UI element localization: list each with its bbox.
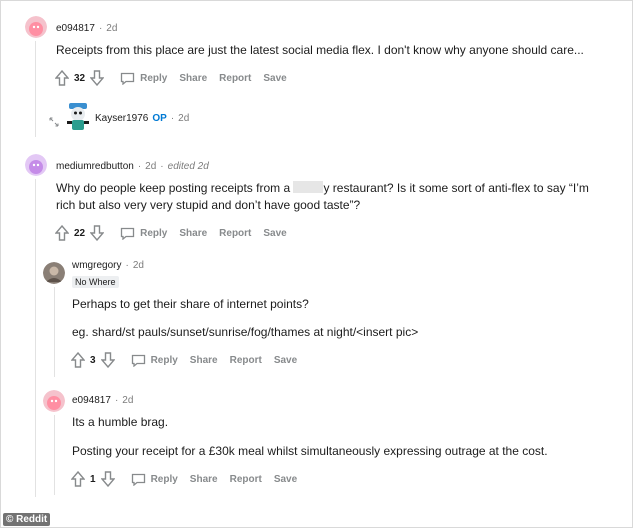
downvote-icon[interactable] [100, 471, 116, 488]
separator-dot: · [170, 113, 175, 124]
reply-button[interactable]: Reply [140, 73, 167, 84]
username[interactable]: mediumredbutton [56, 161, 134, 172]
vote-score: 3 [90, 354, 96, 366]
comment-paragraph: Its a humble brag. [72, 415, 169, 429]
save-button[interactable]: Save [263, 228, 286, 239]
timestamp[interactable]: 2d [106, 23, 117, 34]
save-button[interactable]: Save [274, 474, 297, 485]
comment-meta: e094817 · 2d [56, 23, 117, 34]
comment-actions: 32 Reply Share Report Save [54, 69, 287, 87]
upvote-icon[interactable] [54, 224, 70, 241]
reply-icon[interactable] [120, 227, 135, 240]
thread-line[interactable] [54, 415, 55, 495]
timestamp[interactable]: 2d [133, 260, 144, 271]
downvote-icon[interactable] [100, 352, 116, 369]
reply-icon[interactable] [131, 473, 146, 486]
username[interactable]: e094817 [56, 23, 95, 34]
report-button[interactable]: Report [219, 228, 251, 239]
share-button[interactable]: Share [190, 474, 218, 485]
screenshot-frame: e094817 · 2d Receipts from this place ar… [0, 0, 633, 528]
separator-dot: · [98, 23, 103, 34]
vote-score: 22 [74, 227, 86, 239]
username[interactable]: e094817 [72, 395, 111, 406]
downvote-icon[interactable] [89, 225, 105, 242]
username[interactable]: wmgregory [72, 260, 121, 271]
upvote-icon[interactable] [70, 470, 86, 487]
share-button[interactable]: Share [190, 355, 218, 366]
thread-line[interactable] [35, 179, 36, 497]
reply-icon[interactable] [120, 72, 135, 85]
upvote-icon[interactable] [70, 351, 86, 368]
upvote-icon[interactable] [54, 69, 70, 86]
report-button[interactable]: Report [230, 355, 262, 366]
downvote-icon[interactable] [89, 70, 105, 87]
share-button[interactable]: Share [179, 73, 207, 84]
comment-meta: wmgregory · 2d [72, 260, 144, 271]
reply-icon[interactable] [131, 354, 146, 367]
reddit-watermark: © Reddit [3, 513, 51, 526]
comment-meta: mediumredbutton · 2d · edited 2d [56, 161, 209, 172]
separator-dot: · [114, 395, 119, 406]
separator-dot: · [125, 260, 129, 271]
censored-text [293, 181, 324, 193]
comment-meta: Kayser1976 OP · 2d [95, 113, 189, 124]
comment-actions: 1 Reply Share Report Save [70, 470, 297, 488]
thread-line[interactable] [35, 41, 36, 137]
user-avatar[interactable] [43, 262, 65, 284]
comment-actions: 3 Reply Share Report Save [70, 351, 297, 369]
report-button[interactable]: Report [230, 474, 262, 485]
username[interactable]: Kayser1976 [95, 113, 148, 124]
comment-actions: 22 Reply Share Report Save [54, 224, 287, 242]
thread-line[interactable] [54, 287, 55, 377]
save-button[interactable]: Save [274, 355, 297, 366]
user-avatar[interactable] [43, 390, 65, 412]
op-badge: OP [152, 113, 167, 124]
user-flair: No Where [72, 276, 119, 288]
reply-button[interactable]: Reply [151, 355, 178, 366]
timestamp[interactable]: 2d [178, 113, 189, 124]
reply-button[interactable]: Reply [140, 228, 167, 239]
comment-paragraph: Posting your receipt for a £30k meal whi… [72, 444, 548, 458]
comment-paragraph: eg. shard/st pauls/sunset/sunrise/fog/th… [72, 325, 419, 339]
expand-icon[interactable] [49, 114, 59, 127]
save-button[interactable]: Save [263, 73, 286, 84]
timestamp[interactable]: 2d [145, 161, 156, 172]
comment-paragraph: Perhaps to get their share of internet p… [72, 297, 309, 311]
report-button[interactable]: Report [219, 73, 251, 84]
edited-label: edited 2d [167, 161, 209, 172]
reply-button[interactable]: Reply [151, 474, 178, 485]
comment-text-part: Why do people keep posting receipts from… [56, 181, 294, 195]
vote-score: 32 [74, 72, 86, 84]
user-avatar[interactable] [25, 154, 47, 176]
separator-dot: · [137, 161, 142, 172]
timestamp[interactable]: 2d [122, 395, 133, 406]
vote-score: 1 [90, 473, 96, 485]
user-avatar[interactable] [65, 101, 91, 131]
user-avatar[interactable] [25, 16, 47, 38]
comment-body: Why do people keep posting receipts from… [56, 180, 601, 214]
comment-body: Receipts from this place are just the la… [56, 43, 584, 57]
comment-meta: e094817 · 2d [72, 395, 133, 406]
separator-dot: · [160, 161, 164, 172]
share-button[interactable]: Share [179, 228, 207, 239]
